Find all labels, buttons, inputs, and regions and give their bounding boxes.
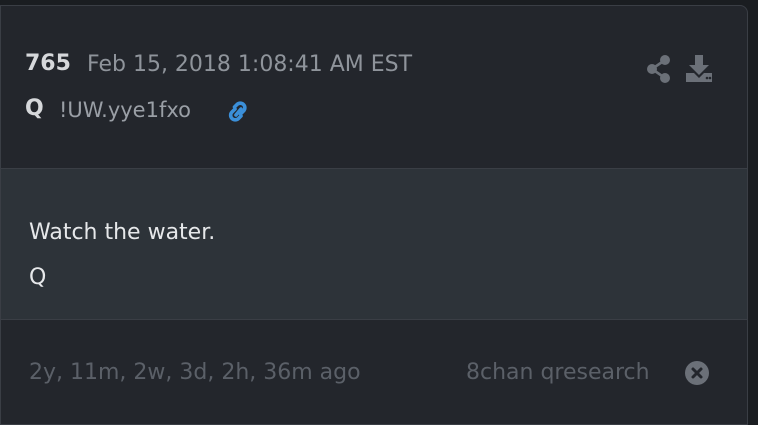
post-age: 2y, 11m, 2w, 3d, 2h, 36m ago <box>29 360 361 385</box>
author-name: Q <box>25 96 44 121</box>
post-card: 765 Feb 15, 2018 1:08:41 AM EST Q !UW.yy… <box>0 5 748 425</box>
post-text-line: Q <box>29 265 47 290</box>
link-icon[interactable] <box>223 98 253 126</box>
post-timestamp: Feb 15, 2018 1:08:41 AM EST <box>87 52 413 77</box>
author-tripcode: !UW.yye1fxo <box>59 98 191 122</box>
close-circle-icon[interactable] <box>684 360 710 386</box>
post-header: 765 Feb 15, 2018 1:08:41 AM EST Q !UW.yy… <box>1 6 747 168</box>
post-footer: 2y, 11m, 2w, 3d, 2h, 36m ago 8chan qrese… <box>1 320 747 420</box>
post-number: 765 <box>25 51 71 76</box>
post-body: Watch the water. Q <box>1 168 747 320</box>
download-icon[interactable] <box>684 53 714 83</box>
post-text-line: Watch the water. <box>29 220 216 245</box>
post-source: 8chan qresearch <box>466 360 650 385</box>
share-icon[interactable] <box>645 54 673 84</box>
